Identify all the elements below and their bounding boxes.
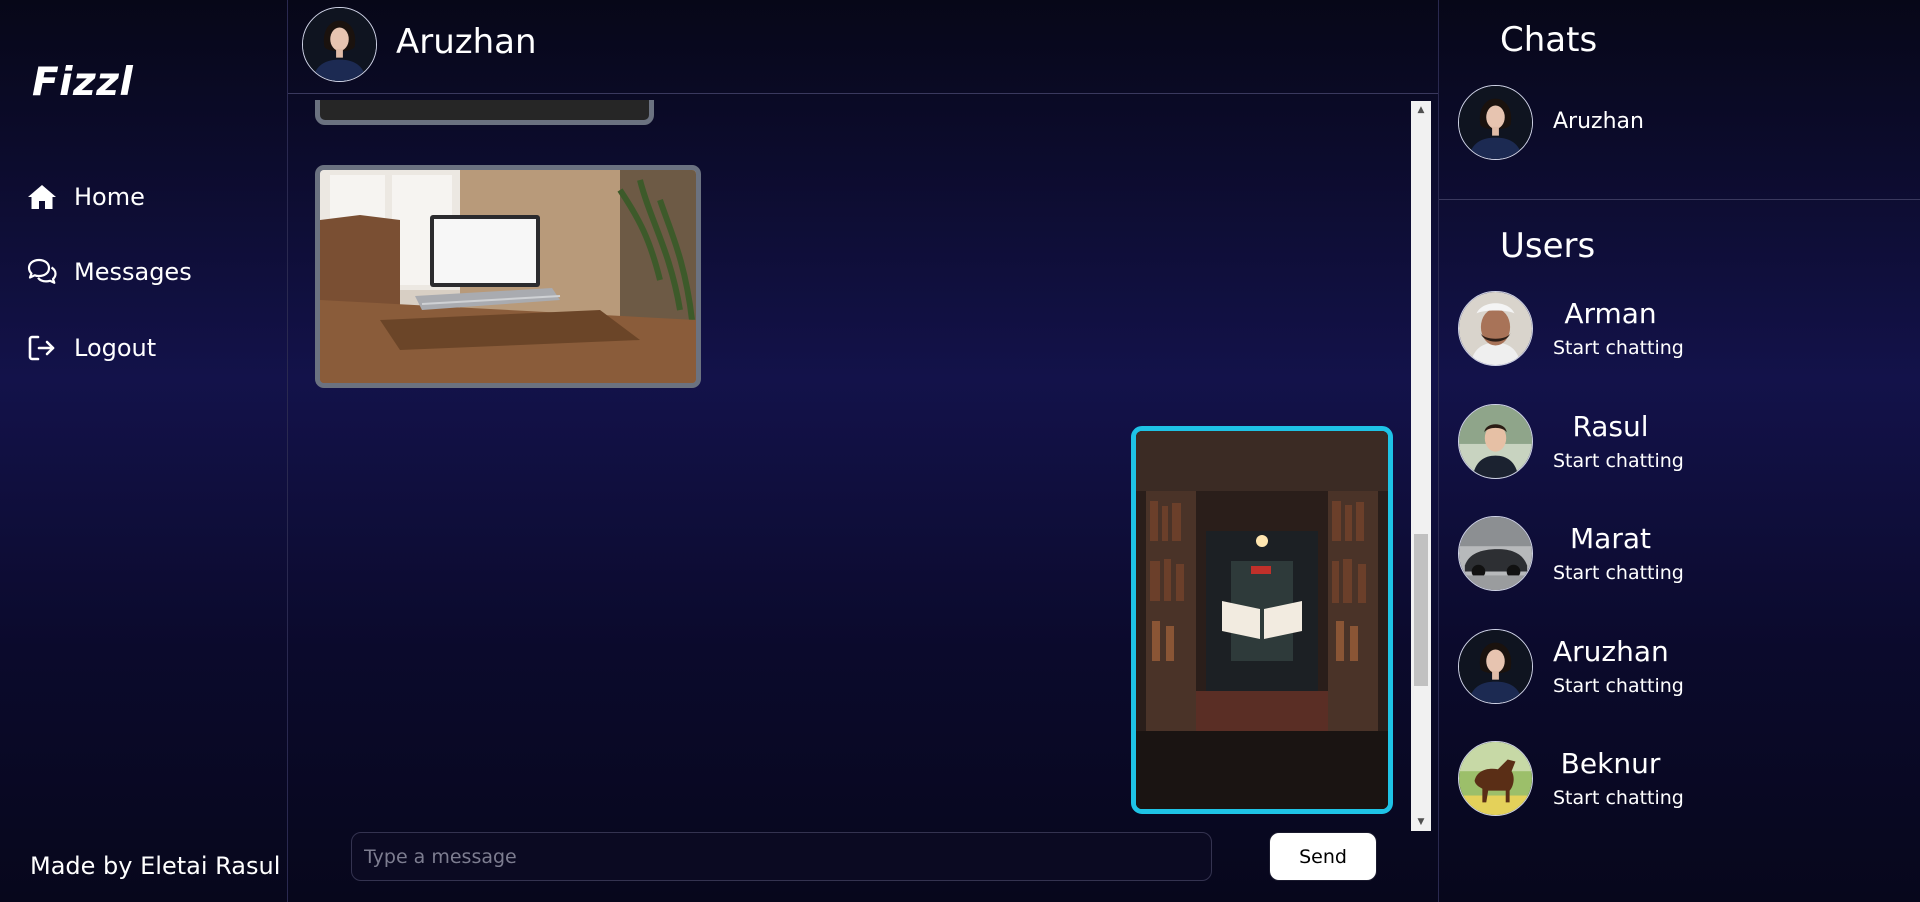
user-item-aruzhan[interactable]: Aruzhan Start chatting — [1458, 629, 1898, 709]
user-item-marat[interactable]: Marat Start chatting — [1458, 516, 1898, 596]
scroll-thumb[interactable] — [1414, 534, 1428, 686]
users-heading: Users — [1500, 226, 1596, 266]
user-status: Start chatting — [1553, 787, 1684, 809]
avatar — [1458, 404, 1533, 479]
user-item-rasul[interactable]: Rasul Start chatting — [1458, 404, 1898, 484]
message-image-received[interactable] — [315, 100, 654, 125]
user-name: Marat — [1570, 522, 1651, 555]
user-status: Start chatting — [1553, 562, 1684, 584]
chat-contact-avatar[interactable] — [302, 7, 377, 82]
message-scrollbar[interactable]: ▲ ▼ — [1411, 101, 1431, 831]
nav-logout[interactable]: Logout — [26, 332, 156, 364]
chat-bubbles-icon — [27, 258, 57, 284]
avatar — [1458, 291, 1533, 366]
send-button[interactable]: Send — [1269, 832, 1377, 881]
avatar — [1458, 741, 1533, 816]
message-input[interactable] — [351, 832, 1212, 881]
nav-messages-label: Messages — [74, 258, 192, 286]
brand-logo[interactable]: Fizzl — [32, 60, 133, 105]
home-icon — [28, 185, 56, 209]
credit-text: Made by Eletai Rasul — [30, 852, 281, 880]
message-image-laptop[interactable] — [315, 165, 701, 388]
user-item-beknur[interactable]: Beknur Start chatting — [1458, 741, 1898, 821]
nav-logout-label: Logout — [74, 334, 157, 362]
chat-title: Aruzhan — [396, 22, 537, 62]
user-item-arman[interactable]: Arman Start chatting — [1458, 291, 1898, 371]
user-status: Start chatting — [1553, 337, 1684, 359]
chat-list-item-name: Aruzhan — [1553, 109, 1644, 134]
avatar — [1458, 85, 1533, 160]
user-name: Beknur — [1560, 747, 1661, 780]
user-name: Arman — [1564, 297, 1657, 330]
message-image-library[interactable] — [1131, 426, 1393, 814]
chats-heading: Chats — [1500, 20, 1598, 60]
nav-home[interactable]: Home — [26, 181, 145, 213]
nav-home-label: Home — [74, 183, 145, 211]
sidebar: Fizzl Home Messages Logout Made by Eleta… — [0, 0, 288, 902]
panel-divider — [1439, 199, 1920, 200]
right-panel: Chats Aruzhan Users Arman Start chatting… — [1439, 0, 1920, 902]
user-name: Rasul — [1572, 410, 1649, 443]
scroll-up-arrow-icon[interactable]: ▲ — [1411, 101, 1431, 119]
scroll-down-arrow-icon[interactable]: ▼ — [1411, 813, 1431, 831]
user-status: Start chatting — [1553, 450, 1684, 472]
chat-header: Aruzhan — [288, 0, 1438, 94]
nav-messages[interactable]: Messages — [26, 256, 192, 288]
chat-panel: Aruzhan ▲ ▼ Type a message Send — [288, 0, 1439, 902]
chat-list-item[interactable]: Aruzhan — [1458, 85, 1898, 165]
avatar — [1458, 629, 1533, 704]
logout-icon — [28, 335, 55, 361]
user-name: Aruzhan — [1553, 635, 1669, 668]
message-list — [288, 100, 1428, 830]
user-status: Start chatting — [1553, 675, 1684, 697]
avatar — [1458, 516, 1533, 591]
